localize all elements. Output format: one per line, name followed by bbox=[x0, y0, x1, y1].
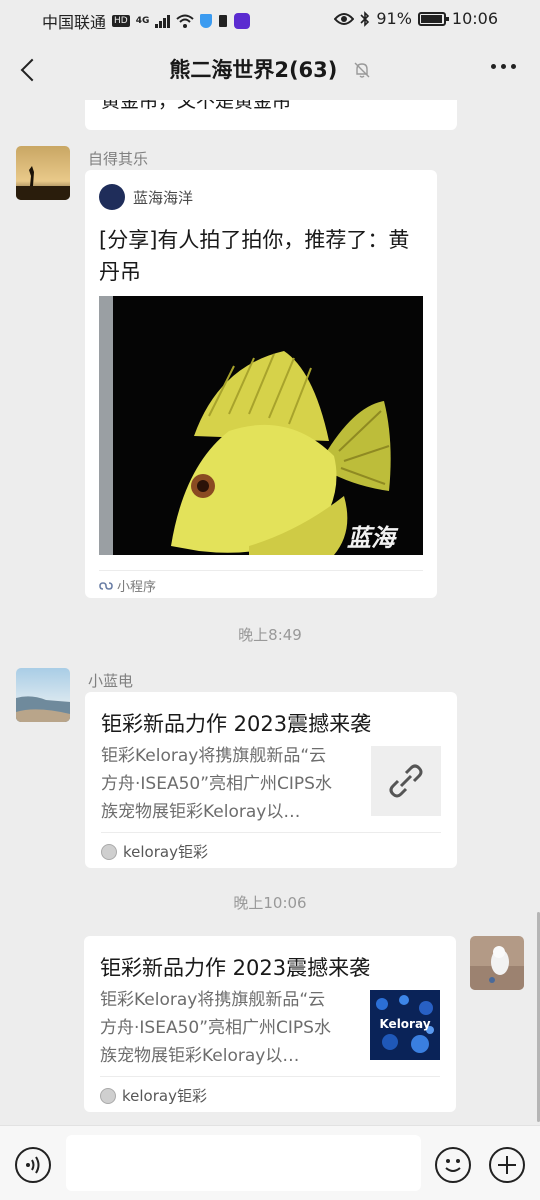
link-card[interactable]: 钜彩新品力作 2023震撼来袭 钜彩Keloray将携旗舰新品“云方舟·ISEA… bbox=[85, 692, 457, 868]
battery-label: 91% bbox=[376, 9, 412, 28]
link-title: 钜彩新品力作 2023震撼来袭 bbox=[101, 712, 372, 736]
link-source: keloray钜彩 bbox=[101, 832, 441, 862]
network-label: 4G bbox=[135, 16, 150, 26]
avatar[interactable] bbox=[16, 146, 70, 200]
source-icon bbox=[101, 843, 117, 860]
eye-icon bbox=[334, 12, 355, 25]
link-description: 钜彩Keloray将携旗舰新品“云方舟·ISEA50”亮相广州CIPS水族宠物展… bbox=[100, 990, 331, 1066]
more-functions-button[interactable] bbox=[489, 1147, 525, 1183]
link-card[interactable]: 钜彩新品力作 2023震撼来袭 钜彩Keloray将携旗舰新品“云方舟·ISEA… bbox=[84, 936, 456, 1112]
chat-title-area: 熊二海世界2(63) bbox=[0, 54, 540, 84]
chat-title: 熊二海世界2(63) bbox=[169, 58, 338, 82]
link-thumbnail: Keloray bbox=[370, 990, 440, 1060]
status-bar: 中国联通 HD 4G 91% 10:06 bbox=[0, 0, 540, 38]
mini-program-label: 小程序 bbox=[117, 580, 157, 595]
clock-label: 10:06 bbox=[451, 9, 498, 28]
mini-program-card[interactable]: 蓝海海洋 [分享]有人拍了拍你，推荐了：黄丹吊 蓝海 小程序 bbox=[85, 170, 437, 598]
chat-header: 熊二海世界2(63) bbox=[0, 38, 540, 100]
more-options-button[interactable] bbox=[491, 64, 516, 69]
avatar[interactable] bbox=[16, 668, 70, 722]
signal-icon bbox=[155, 14, 171, 28]
emoji-button[interactable] bbox=[435, 1147, 471, 1183]
link-thumbnail bbox=[371, 746, 441, 816]
image-watermark: 蓝海 bbox=[347, 524, 399, 552]
link-source: keloray钜彩 bbox=[100, 1076, 440, 1106]
link-icon bbox=[371, 746, 441, 816]
link-source-name: keloray钜彩 bbox=[123, 843, 208, 861]
mute-bell-icon bbox=[354, 62, 370, 78]
battery-icon bbox=[417, 11, 449, 26]
link-description: 钜彩Keloray将携旗舰新品“云方舟·ISEA50”亮相广州CIPS水族宠物展… bbox=[101, 746, 332, 822]
wifi-icon bbox=[176, 14, 195, 28]
mini-program-source-name: 蓝海海洋 bbox=[133, 188, 194, 207]
previous-message-text: 黄金吊，又不是黄金吊 bbox=[101, 100, 292, 112]
mini-program-icon bbox=[99, 581, 113, 590]
timestamp: 晚上10:06 bbox=[233, 894, 307, 912]
chat-message-list[interactable]: 黄金吊，又不是黄金吊 自得其乐 蓝海海洋 [分享]有人拍了拍你，推荐了：黄丹吊 bbox=[0, 100, 540, 1125]
voice-icon bbox=[26, 1156, 40, 1174]
timestamp: 晚上8:49 bbox=[238, 626, 302, 644]
voice-button[interactable] bbox=[15, 1147, 51, 1183]
link-title: 钜彩新品力作 2023震撼来袭 bbox=[100, 956, 371, 980]
sender-name: 自得其乐 bbox=[88, 150, 149, 168]
self-avatar[interactable] bbox=[470, 936, 524, 990]
carrier-label: 中国联通 bbox=[42, 13, 107, 32]
bluetooth-icon bbox=[360, 10, 370, 27]
app-notification-icon bbox=[234, 13, 251, 29]
mini-program-footer: 小程序 bbox=[99, 570, 423, 595]
mini-program-source: 蓝海海洋 bbox=[99, 184, 193, 210]
plus-icon bbox=[498, 1156, 516, 1174]
source-icon bbox=[100, 1087, 116, 1104]
input-bar bbox=[0, 1125, 540, 1200]
shield-icon bbox=[200, 14, 213, 28]
alert-icon bbox=[219, 15, 228, 27]
thumbnail-brand-text: Keloray bbox=[379, 1017, 430, 1031]
mini-program-title: [分享]有人拍了拍你，推荐了：黄丹吊 bbox=[99, 228, 410, 284]
link-source-name: keloray钜彩 bbox=[122, 1087, 207, 1105]
sender-name: 小蓝电 bbox=[88, 672, 134, 690]
source-logo-icon bbox=[99, 184, 125, 210]
message-input[interactable] bbox=[66, 1135, 421, 1191]
fish-image: 蓝海 bbox=[99, 296, 423, 555]
smiley-icon bbox=[445, 1159, 461, 1172]
previous-message-bubble[interactable]: 黄金吊，又不是黄金吊 bbox=[85, 100, 457, 130]
hd-badge: HD bbox=[112, 15, 130, 27]
